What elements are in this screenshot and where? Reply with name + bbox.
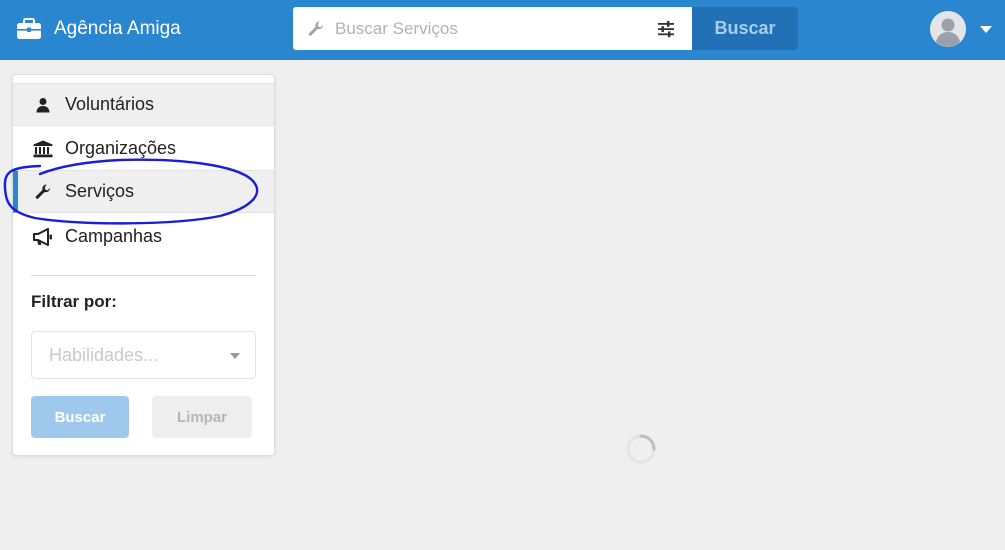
header-search-button[interactable]: Buscar: [692, 7, 798, 50]
briefcase-icon: [16, 18, 42, 40]
filter-clear-button[interactable]: Limpar: [152, 396, 252, 438]
sidebar-divider: [31, 275, 256, 276]
sidebar-item-label: Campanhas: [65, 226, 163, 246]
loading-spinner-icon: [626, 434, 656, 464]
search-input[interactable]: [335, 8, 656, 49]
search-box: [293, 7, 692, 50]
brand-name: Agência Amiga: [54, 18, 181, 39]
sliders-icon[interactable]: [656, 20, 676, 38]
filter-search-button[interactable]: Buscar: [31, 396, 129, 438]
filter-label: Filtrar por:: [31, 292, 117, 311]
caret-down-icon: [230, 353, 240, 359]
wrench-icon: [307, 20, 325, 38]
user-menu[interactable]: [930, 10, 994, 48]
wrench-icon: [33, 182, 53, 202]
user-icon: [33, 95, 53, 115]
user-avatar-icon[interactable]: [930, 11, 966, 47]
sidebar-item-campanhas[interactable]: Campanhas: [13, 215, 274, 258]
sidebar-item-servicos[interactable]: Serviços: [13, 170, 274, 213]
brand[interactable]: Agência Amiga: [16, 16, 181, 42]
top-navbar: Agência Amiga Buscar: [0, 0, 1005, 60]
caret-down-icon[interactable]: [980, 25, 992, 33]
skills-select[interactable]: Habilidades...: [31, 331, 256, 379]
sidebar-item-label: Voluntários: [65, 94, 155, 114]
institution-icon: [33, 139, 53, 159]
sidebar-item-voluntarios[interactable]: Voluntários: [13, 83, 274, 126]
sidebar-item-label: Organizações: [65, 138, 177, 158]
skills-select-placeholder: Habilidades...: [49, 344, 159, 365]
sidebar-item-label: Serviços: [65, 181, 135, 201]
sidebar: Voluntários Organizações Serviços Campan…: [12, 74, 275, 456]
sidebar-item-organizacoes[interactable]: Organizações: [13, 127, 274, 170]
bullhorn-icon: [33, 227, 53, 247]
